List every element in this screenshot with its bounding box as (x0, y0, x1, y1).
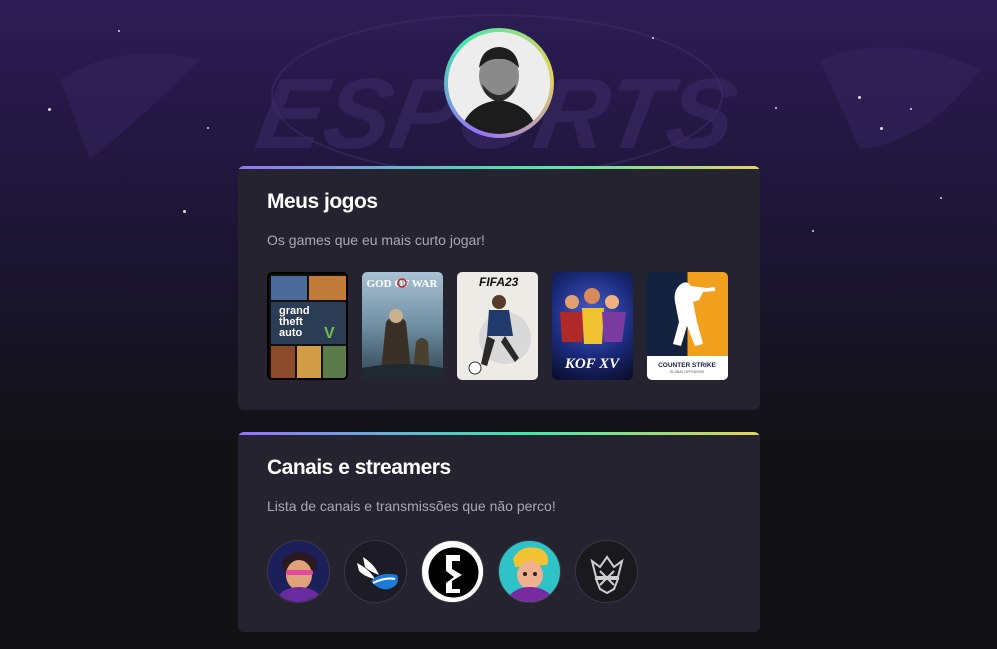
svg-text:GLOBAL OFFENSIVE: GLOBAL OFFENSIVE (670, 370, 705, 374)
games-list: grand theft auto V GOD OF WAR FIFA23 KOF… (267, 272, 731, 380)
fifa-23-cover[interactable]: FIFA23 (457, 272, 538, 380)
games-card-subtitle: Os games que eu mais curto jogar! (267, 232, 485, 248)
channel-avatar-4[interactable] (498, 540, 561, 603)
svg-text:COUNTER STRIKE: COUNTER STRIKE (658, 362, 716, 369)
games-card-title: Meus jogos (267, 190, 378, 213)
profile-photo (448, 32, 550, 134)
profile-avatar (444, 28, 554, 138)
channel-avatar-3[interactable] (421, 540, 484, 603)
kof-xv-cover[interactable]: KOF XV (552, 272, 633, 380)
svg-text:FIFA23: FIFA23 (479, 275, 519, 289)
god-of-war-cover[interactable]: GOD OF WAR (362, 272, 443, 380)
channel-avatar-5[interactable] (575, 540, 638, 603)
svg-text:GOD OF WAR: GOD OF WAR (367, 278, 439, 290)
channels-list (267, 540, 731, 603)
svg-text:auto: auto (279, 327, 303, 339)
channels-card-title: Canais e streamers (267, 456, 451, 479)
counter-strike-cover[interactable]: COUNTER STRIKE GLOBAL OFFENSIVE (647, 272, 728, 380)
gta-v-cover[interactable]: grand theft auto V (267, 272, 348, 380)
channels-card: Canais e streamers Lista de canais e tra… (238, 432, 760, 632)
channel-avatar-1[interactable] (267, 540, 330, 603)
svg-text:KOF XV: KOF XV (564, 356, 621, 372)
channels-card-subtitle: Lista de canais e transmissões que não p… (267, 498, 556, 514)
svg-text:V: V (324, 325, 335, 342)
channel-avatar-2[interactable] (344, 540, 407, 603)
games-card: Meus jogos Os games que eu mais curto jo… (238, 166, 760, 410)
